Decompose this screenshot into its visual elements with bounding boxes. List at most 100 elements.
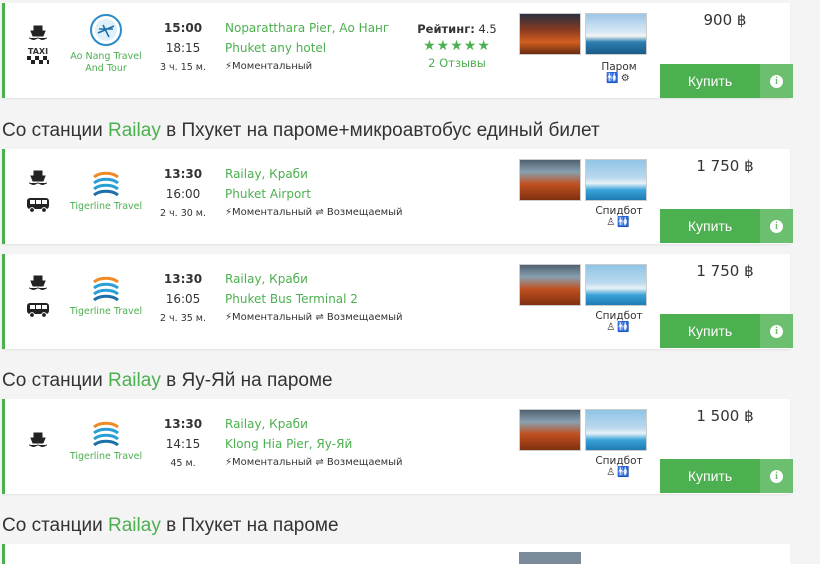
buy-button[interactable]: Купить i — [660, 314, 793, 348]
lifeguard-icon: ♙ — [606, 322, 618, 333]
amenity-icons: 🚻⚙ — [585, 73, 653, 84]
tigerline-logo-icon — [93, 171, 119, 197]
transport-icons: TAXI — [25, 25, 51, 66]
lightning-icon: ⚡ — [225, 312, 233, 323]
vessel-photo-interior[interactable] — [519, 13, 581, 55]
vessel-photo-exterior[interactable] — [585, 264, 647, 306]
from-stop[interactable]: Railay, Краби — [225, 164, 403, 184]
toilet-icon: 🚻 — [617, 322, 632, 333]
transport-icons — [25, 169, 51, 213]
vessel-type-label: Спидбот — [595, 205, 643, 217]
info-button[interactable]: i — [760, 459, 793, 493]
buy-button[interactable]: Купить i — [660, 459, 793, 493]
info-button[interactable]: i — [760, 64, 793, 98]
bus-icon — [27, 198, 49, 213]
buy-label: Купить — [687, 323, 733, 339]
vessel-photo-exterior[interactable] — [585, 159, 647, 201]
depart-time: 13:30 — [163, 417, 203, 431]
vessel-type: Спидбот ♙🚻 — [585, 455, 653, 478]
toilet-icon: 🚻 — [617, 217, 632, 228]
vessel-photo-exterior[interactable] — [585, 13, 647, 55]
flags-text: Моментальный ⇌ Возмещаемый — [232, 207, 403, 218]
buy-button[interactable]: Купить i — [660, 209, 793, 243]
buy-label: Купить — [687, 468, 733, 484]
from-stop[interactable]: Railay, Краби — [225, 269, 403, 289]
tigerline-logo-icon — [93, 276, 119, 302]
section-station[interactable]: Railay — [108, 370, 161, 391]
from-stop[interactable]: Noparatthara Pier, Ао Нанг — [225, 18, 389, 38]
info-icon: i — [770, 469, 783, 483]
route: Noparatthara Pier, Ао Нанг Phuket any ho… — [225, 18, 389, 76]
arrive-time: 16:05 — [165, 292, 201, 306]
rating-label: Рейтинг: — [417, 22, 475, 36]
flags-text: Моментальный ⇌ Возмещаемый — [232, 457, 403, 468]
boat-icon — [28, 25, 48, 41]
operator-name: Tigerline Travel — [69, 451, 143, 462]
transport-icons — [25, 274, 51, 318]
arrive-time: 18:15 — [165, 41, 201, 55]
lightning-icon: ⚡ — [225, 207, 233, 218]
buy-label: Купить — [687, 218, 733, 234]
vessel-photo-partial — [519, 552, 581, 564]
ticket-flags: ⚡Моментальный ⇌ Возмещаемый — [225, 204, 403, 222]
trip-card: TAXI Ao Nang Travel And Tour 15:00 18:15… — [2, 3, 793, 98]
section-title: Со станции Railay в Пхукет на пароме — [2, 515, 339, 537]
price: 900 ฿ — [703, 11, 747, 29]
info-button[interactable]: i — [760, 209, 793, 243]
arrive-time: 14:15 — [165, 437, 201, 451]
to-stop[interactable]: Phuket any hotel — [225, 38, 389, 58]
times: 13:30 16:00 2 ч. 30 м. — [153, 164, 213, 224]
info-icon: i — [770, 219, 783, 233]
lifeguard-icon: ♙ — [606, 467, 618, 478]
depart-time: 15:00 — [163, 21, 203, 35]
route: Railay, Краби Phuket Airport ⚡Моментальн… — [225, 164, 403, 222]
section-station[interactable]: Railay — [108, 515, 161, 536]
amenity-icons: ♙🚻 — [585, 217, 653, 228]
trip-card: Tigerline Travel 13:30 16:00 2 ч. 30 м. … — [2, 149, 793, 244]
rating-stars: ★★★★★ — [423, 38, 491, 54]
lifeguard-icon: ♙ — [606, 217, 618, 228]
duration: 3 ч. 15 м. — [159, 62, 206, 73]
to-stop[interactable]: Klong Hia Pier, Яу-Яй — [225, 434, 403, 454]
times: 13:30 16:05 2 ч. 35 м. — [153, 269, 213, 329]
vessel-photo-interior[interactable] — [519, 159, 581, 201]
tigerline-logo-icon — [93, 421, 119, 447]
trip-card: Tigerline Travel 13:30 16:05 2 ч. 35 м. … — [2, 254, 793, 349]
vessel-photo-exterior[interactable] — [585, 409, 647, 451]
vessel-photo-interior[interactable] — [519, 409, 581, 451]
vessel-type-label: Паром — [601, 61, 637, 73]
section-prefix: Со станции — [2, 120, 109, 141]
operator-name: Tigerline Travel — [69, 306, 143, 317]
boat-icon — [28, 432, 48, 448]
section-title: Со станции Railay в Яу-Яй на пароме — [2, 370, 333, 392]
vessel-photo-interior[interactable] — [519, 264, 581, 306]
route: Railay, Краби Klong Hia Pier, Яу-Яй ⚡Мом… — [225, 414, 403, 472]
trip-card: Tigerline Travel 13:30 14:15 45 м. Raila… — [2, 399, 793, 494]
section-station[interactable]: Railay — [108, 120, 161, 141]
taxi-icon: TAXI — [25, 47, 51, 66]
times: 13:30 14:15 45 м. — [153, 414, 213, 474]
price: 1 750 ฿ — [696, 157, 754, 175]
to-stop[interactable]: Phuket Airport — [225, 184, 403, 204]
section-prefix: Со станции — [2, 515, 109, 536]
buy-button[interactable]: Купить i — [660, 64, 793, 98]
info-button[interactable]: i — [760, 314, 793, 348]
taxi-label: TAXI — [27, 47, 49, 56]
amenity-icons: ♙🚻 — [585, 467, 653, 478]
toilet-icon: 🚻 — [606, 73, 621, 84]
from-stop[interactable]: Railay, Краби — [225, 414, 403, 434]
operator-name: Ao Nang Travel And Tour — [70, 51, 142, 74]
to-stop[interactable]: Phuket Bus Terminal 2 — [225, 289, 403, 309]
trip-card-partial — [2, 544, 790, 564]
route: Railay, Краби Phuket Bus Terminal 2 ⚡Мом… — [225, 269, 403, 327]
reviews-link[interactable]: 2 Отзывы — [417, 56, 497, 70]
duration: 2 ч. 30 м. — [159, 208, 206, 219]
vessel-type: Спидбот ♙🚻 — [585, 310, 653, 333]
vessel-type: Спидбот ♙🚻 — [585, 205, 653, 228]
info-icon: i — [770, 74, 783, 88]
ticket-flags: ⚡Моментальный ⇌ Возмещаемый — [225, 309, 403, 327]
vessel-type-label: Спидбот — [595, 310, 643, 322]
price: 1 750 ฿ — [696, 262, 754, 280]
bus-icon — [27, 303, 49, 318]
boat-icon — [28, 275, 48, 291]
